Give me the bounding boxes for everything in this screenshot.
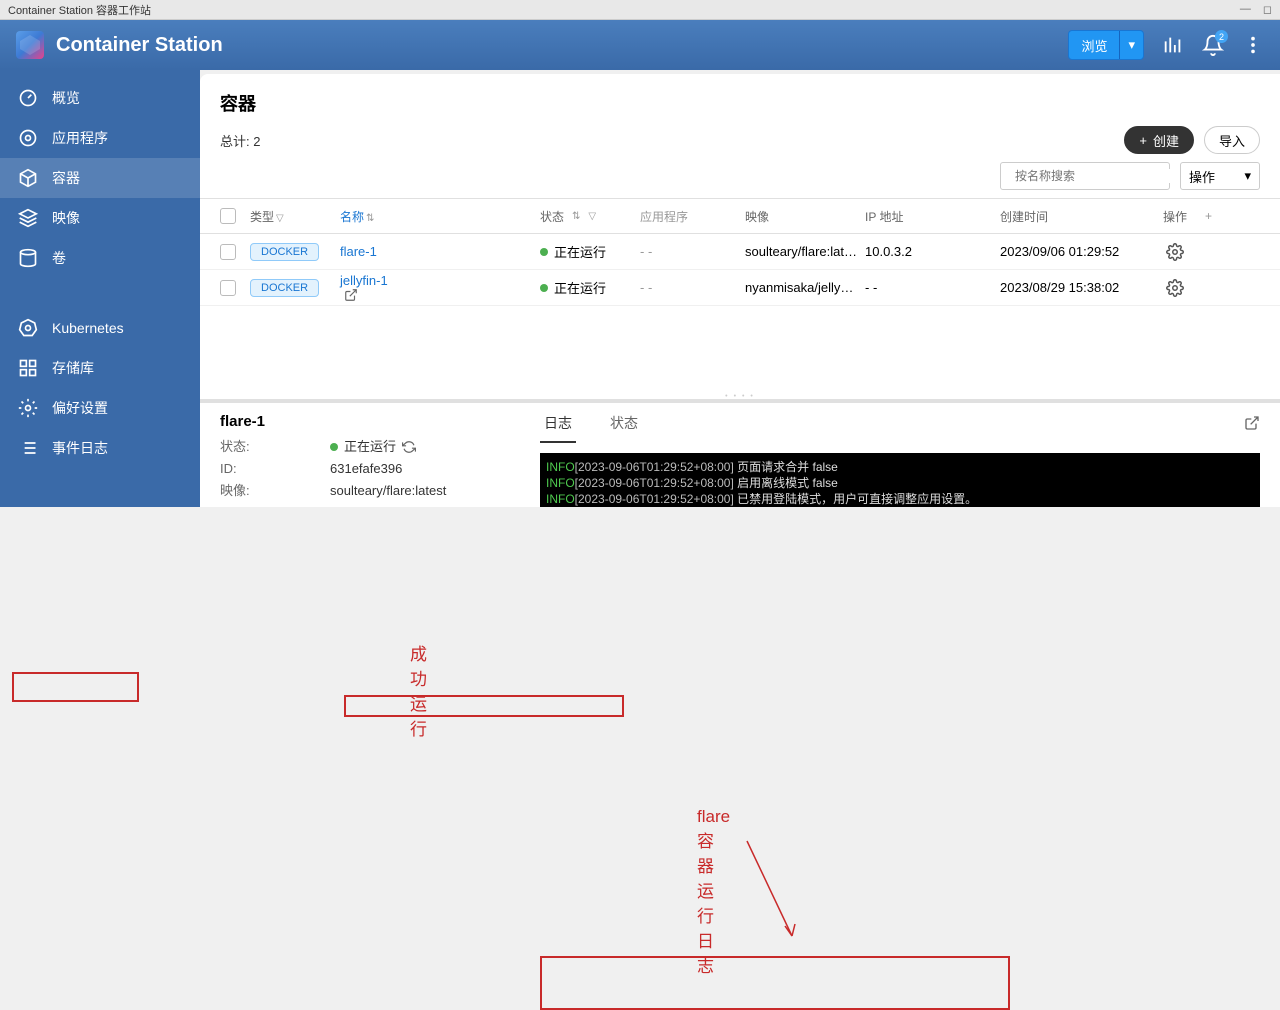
annotation-arrow-icon <box>737 836 807 948</box>
add-column-icon[interactable]: + <box>1205 209 1225 223</box>
detail-panel: flare-1 状态: 正在运行 ID: 631efafe396 映像: sou… <box>200 399 1280 507</box>
browse-button[interactable]: 浏览 ▾ <box>1068 30 1144 60</box>
annotation-log-title: flare容器运行日志 <box>697 807 730 977</box>
annotation-box <box>12 672 139 702</box>
content-area: 容器 总计: 2 + 创建 导入 <box>200 74 1280 507</box>
cube-icon <box>18 168 38 188</box>
minimize-icon[interactable]: — <box>1240 3 1251 16</box>
table-row[interactable]: DOCKER flare-1 正在运行 - - soulteary/flare:… <box>200 234 1280 270</box>
browse-dropdown-icon[interactable]: ▾ <box>1119 31 1143 59</box>
grid-icon <box>18 358 38 378</box>
window-titlebar: Container Station 容器工作站 — ◻ <box>0 0 1280 20</box>
annotation-box <box>344 695 624 717</box>
container-name-link[interactable]: jellyfin-1 <box>340 273 540 302</box>
type-badge: DOCKER <box>250 243 319 261</box>
gear-icon <box>18 398 38 418</box>
sidebar-item-images[interactable]: 映像 <box>0 198 200 238</box>
maximize-icon[interactable]: ◻ <box>1263 3 1272 16</box>
database-icon <box>18 248 38 268</box>
sidebar-item-label: Kubernetes <box>52 320 124 336</box>
status-dot-icon <box>330 443 338 451</box>
sidebar-item-label: 映像 <box>52 208 80 228</box>
total-count: 总计: 2 <box>220 131 260 150</box>
create-button[interactable]: + 创建 <box>1124 126 1194 154</box>
tab-logs[interactable]: 日志 <box>540 413 576 443</box>
status-dot-icon <box>540 284 548 292</box>
sidebar: 概览 应用程序 容器 映像 卷 Kubernetes 存储库 偏好设 <box>0 70 200 507</box>
sort-icon[interactable]: ⇅ <box>572 211 580 222</box>
tab-state[interactable]: 状态 <box>606 413 642 443</box>
notification-badge: 2 <box>1215 30 1228 43</box>
sidebar-item-kubernetes[interactable]: Kubernetes <box>0 308 200 348</box>
activity-icon[interactable] <box>1162 34 1184 56</box>
sidebar-item-label: 概览 <box>52 88 80 108</box>
app-header: Container Station 浏览 ▾ 2 <box>0 20 1280 70</box>
action-dropdown[interactable]: 操作 ▾ <box>1180 162 1260 190</box>
row-checkbox[interactable] <box>220 280 236 296</box>
table-header: 类型▽ 名称⇅ 状态⇅▽ 应用程序 映像 IP 地址 创建时间 操作 + <box>200 198 1280 234</box>
annotation-box <box>540 956 1010 1010</box>
apps-icon <box>18 128 38 148</box>
app-logo-icon <box>16 31 44 59</box>
sidebar-item-label: 卷 <box>52 248 66 268</box>
menu-dots-icon[interactable] <box>1242 34 1264 56</box>
container-name-link[interactable]: flare-1 <box>340 244 540 259</box>
sidebar-item-apps[interactable]: 应用程序 <box>0 118 200 158</box>
sidebar-item-preferences[interactable]: 偏好设置 <box>0 388 200 428</box>
refresh-icon[interactable] <box>402 440 416 454</box>
sidebar-item-overview[interactable]: 概览 <box>0 78 200 118</box>
open-new-window-icon[interactable] <box>1244 415 1260 431</box>
notification-bell-icon[interactable]: 2 <box>1202 34 1224 56</box>
sidebar-item-label: 存储库 <box>52 358 94 378</box>
layers-icon <box>18 208 38 228</box>
select-all-checkbox[interactable] <box>220 208 236 224</box>
sidebar-item-label: 事件日志 <box>52 438 108 458</box>
sidebar-item-eventlog[interactable]: 事件日志 <box>0 428 200 468</box>
sort-icon[interactable]: ⇅ <box>366 213 374 224</box>
app-name: Container Station <box>56 34 223 57</box>
row-checkbox[interactable] <box>220 244 236 260</box>
table-row[interactable]: DOCKER jellyfin-1 正在运行 - - nyanmisaka/je… <box>200 270 1280 306</box>
annotation-success: 成功运行 <box>410 640 427 740</box>
external-link-icon[interactable] <box>344 288 358 302</box>
sidebar-item-containers[interactable]: 容器 <box>0 158 200 198</box>
row-action-gear-icon[interactable] <box>1166 279 1184 297</box>
sidebar-item-volumes[interactable]: 卷 <box>0 238 200 278</box>
detail-container-name: flare-1 <box>220 413 540 430</box>
import-button[interactable]: 导入 <box>1204 126 1260 154</box>
gauge-icon <box>18 88 38 108</box>
sidebar-item-label: 容器 <box>52 168 80 188</box>
filter-icon[interactable]: ▽ <box>588 211 596 222</box>
list-icon <box>18 438 38 458</box>
row-action-gear-icon[interactable] <box>1166 243 1184 261</box>
type-badge: DOCKER <box>250 279 319 297</box>
status-dot-icon <box>540 248 548 256</box>
log-terminal[interactable]: INFO[2023-09-06T01:29:52+08:00] 页面请求合并 f… <box>540 453 1260 507</box>
search-input[interactable] <box>1000 162 1170 190</box>
chevron-down-icon: ▾ <box>1244 168 1251 184</box>
plus-icon: + <box>1139 133 1147 148</box>
kubernetes-icon <box>18 318 38 338</box>
page-title: 容器 <box>220 90 1260 116</box>
window-title: Container Station 容器工作站 <box>8 2 151 18</box>
sidebar-item-label: 应用程序 <box>52 128 108 148</box>
sidebar-item-repositories[interactable]: 存储库 <box>0 348 200 388</box>
sidebar-item-label: 偏好设置 <box>52 398 108 418</box>
filter-icon[interactable]: ▽ <box>276 213 284 224</box>
